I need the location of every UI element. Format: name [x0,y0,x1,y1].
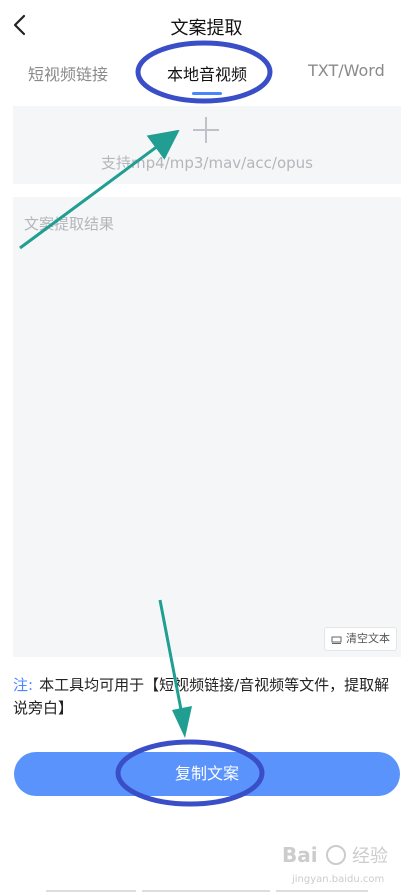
clear-text-button[interactable]: 清空文本 [324,627,397,651]
copy-text-button[interactable]: 复制文案 [14,752,400,796]
plus-icon[interactable] [193,117,219,143]
header: 文案提取 [0,0,413,50]
bottom-divider [276,890,368,892]
tab-txt-word[interactable]: TXT/Word [308,61,385,80]
svg-text:Bai: Bai [282,843,318,867]
result-placeholder: 文案提取结果 [24,215,115,233]
usage-note: 注: 本工具均可用于【短视频链接/音视频等文件，提取解说旁白】 [13,674,401,720]
svg-text:经验: 经验 [352,846,388,867]
supported-formats: 支持mp4/mp3/mav/acc/opus [101,154,313,172]
bottom-divider [46,890,136,892]
svg-text:jingyan.baidu.com: jingyan.baidu.com [291,874,384,885]
bottom-divider [142,890,270,892]
note-prefix: 注: [13,676,34,694]
note-text: 本工具均可用于【短视频链接/音视频等文件，提取解说旁白】 [13,676,390,717]
tab-local-media[interactable]: 本地音视频 [167,61,247,85]
eraser-icon [331,636,342,644]
active-tab-indicator [192,92,222,95]
clear-text-label: 清空文本 [346,632,390,645]
page-title: 文案提取 [170,18,243,39]
result-text-area[interactable] [13,197,401,657]
watermark-logo: Bai 经验 jingyan.baidu.com [278,832,403,892]
tab-short-video-link[interactable]: 短视频链接 [28,61,108,85]
